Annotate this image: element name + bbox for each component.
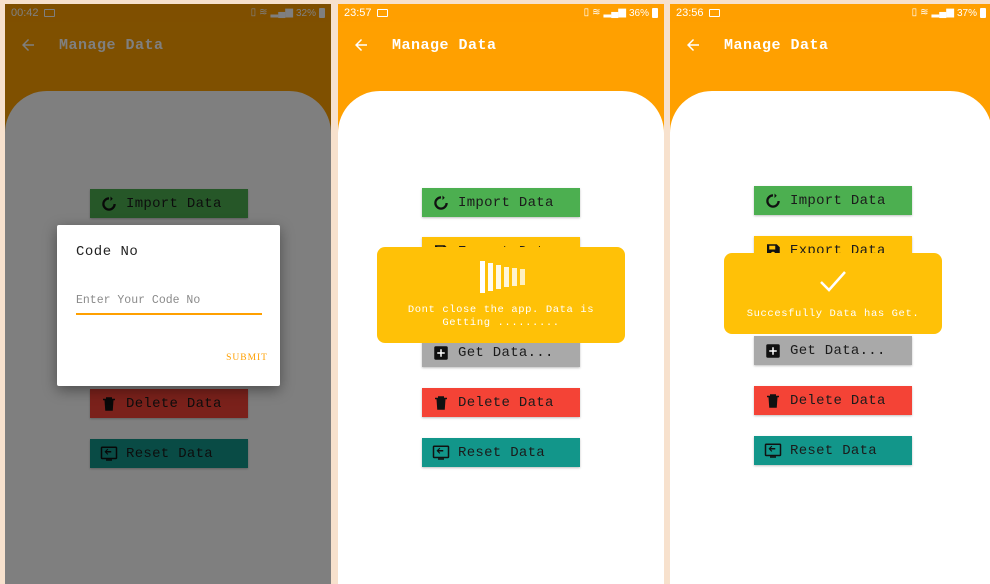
battery-icon: [980, 8, 986, 18]
signal-icon: ▂▄▆: [603, 7, 626, 18]
vibrate-icon: ▯: [583, 7, 590, 18]
delete-data-label: Delete Data: [790, 392, 886, 409]
reset-data-label: Reset Data: [790, 442, 878, 459]
loading-bars-icon: [480, 261, 525, 293]
progress-toast: Dont close the app. Data is Getting ....…: [377, 247, 625, 343]
status-bar: 23:57 ▯ ≋ ▂▄▆ 36%: [338, 4, 664, 22]
submit-button[interactable]: SUBMIT: [226, 353, 268, 363]
reset-screen-icon: [432, 445, 450, 460]
arrow-back-icon[interactable]: [352, 36, 370, 54]
import-data-button[interactable]: Import Data: [422, 188, 580, 217]
battery-icon: [652, 8, 658, 18]
screen-code-dialog: 00:42 ▯ ≋ ▂▄▆ 32% Manage Data Import Dat…: [5, 4, 331, 584]
import-data-button[interactable]: Import Data: [754, 186, 912, 215]
get-data-label: Get Data...: [458, 344, 554, 361]
app-bar: Manage Data: [338, 22, 664, 68]
code-input[interactable]: [76, 287, 262, 315]
wifi-icon: ≋: [592, 7, 601, 18]
import-data-label: Import Data: [790, 192, 886, 209]
get-data-label: Get Data...: [790, 342, 886, 359]
add-box-icon: [766, 343, 780, 358]
reset-data-label: Reset Data: [458, 444, 546, 461]
wifi-icon: ≋: [920, 7, 929, 18]
page-title: Manage Data: [392, 36, 497, 54]
signal-icon: ▂▄▆: [931, 7, 954, 18]
toast-message-line1: Dont close the app. Data is: [407, 304, 595, 316]
screen-getting-data: 23:57 ▯ ≋ ▂▄▆ 36% Manage Data Import Dat…: [338, 4, 664, 584]
reset-data-button[interactable]: Reset Data: [422, 438, 580, 467]
delete-data-label: Delete Data: [458, 394, 554, 411]
dialog-title: Code No: [76, 244, 139, 260]
page-title: Manage Data: [724, 36, 829, 54]
status-time: 23:56: [676, 7, 704, 19]
vibrate-icon: ▯: [911, 7, 918, 18]
screen-data-success: 23:56 ▯ ≋ ▂▄▆ 37% Manage Data Import Dat…: [670, 4, 990, 584]
refresh-circle-icon: [766, 193, 780, 208]
app-bar: Manage Data: [670, 22, 990, 68]
arrow-back-icon[interactable]: [684, 36, 702, 54]
get-data-button[interactable]: Get Data...: [754, 336, 912, 365]
checkmark-icon: [820, 271, 846, 292]
delete-data-button[interactable]: Delete Data: [754, 386, 912, 415]
toast-message-line2: Getting .........: [442, 317, 560, 329]
battery-percent: 37%: [956, 7, 977, 19]
trash-icon: [435, 395, 447, 410]
delete-data-button[interactable]: Delete Data: [422, 388, 580, 417]
import-data-label: Import Data: [458, 194, 554, 211]
image-notification-icon: [708, 9, 720, 17]
toast-message: Succesfully Data has Get.: [746, 308, 920, 320]
refresh-circle-icon: [434, 195, 448, 210]
trash-icon: [767, 393, 779, 408]
success-toast: Succesfully Data has Get.: [724, 253, 942, 334]
reset-screen-icon: [764, 443, 782, 458]
image-notification-icon: [376, 9, 388, 17]
add-box-icon: [434, 345, 448, 360]
status-time: 23:57: [344, 7, 372, 19]
status-bar: 23:56 ▯ ≋ ▂▄▆ 37%: [670, 4, 990, 22]
code-dialog: Code No SUBMIT: [57, 225, 280, 386]
battery-percent: 36%: [628, 7, 649, 19]
reset-data-button[interactable]: Reset Data: [754, 436, 912, 465]
